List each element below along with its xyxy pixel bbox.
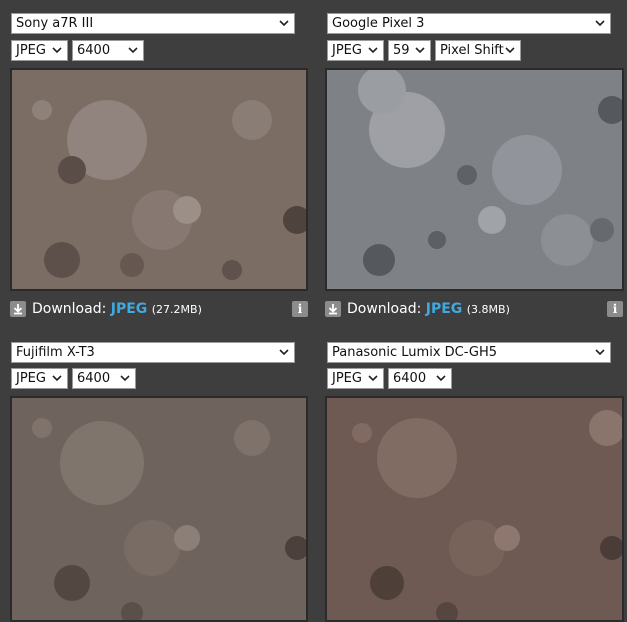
iso-select-value: 6400	[77, 371, 111, 386]
download-format[interactable]: JPEG	[111, 301, 148, 317]
info-icon[interactable]: i	[607, 301, 623, 317]
format-select-value: JPEG	[16, 371, 46, 386]
camera-select[interactable]: Panasonic Lumix DC-GH5	[327, 342, 611, 363]
download-format[interactable]: JPEG	[426, 301, 463, 317]
chevron-down-icon	[436, 375, 446, 382]
sample-image[interactable]	[10, 396, 308, 622]
camera-select-value: Fujifilm X-T3	[16, 345, 95, 360]
chevron-down-icon	[52, 375, 62, 382]
download-label: Download:	[32, 301, 107, 317]
download-row: Download: JPEG (3.8MB) i	[325, 299, 625, 321]
chevron-down-icon	[595, 20, 605, 27]
chevron-down-icon	[128, 47, 138, 54]
camera-select[interactable]: Google Pixel 3	[327, 13, 611, 34]
chevron-down-icon	[52, 47, 62, 54]
camera-select[interactable]: Fujifilm X-T3	[11, 342, 295, 363]
download-icon[interactable]	[10, 301, 26, 317]
download-size: (27.2MB)	[151, 303, 202, 316]
mode-select[interactable]: Pixel Shift	[435, 40, 521, 61]
iso-select-value: 6400	[393, 371, 427, 386]
iso-select[interactable]: 6400	[388, 368, 452, 389]
format-select-value: JPEG	[16, 43, 46, 58]
format-select[interactable]: JPEG	[11, 40, 68, 61]
camera-select[interactable]: Sony a7R III	[11, 13, 295, 34]
download-row: Download: JPEG (27.2MB) i	[10, 299, 310, 321]
info-icon[interactable]: i	[292, 301, 308, 317]
download-link[interactable]: Download: JPEG (27.2MB)	[32, 299, 202, 320]
chevron-down-icon	[505, 47, 515, 54]
format-select[interactable]: JPEG	[327, 368, 384, 389]
chevron-down-icon	[368, 47, 378, 54]
camera-select-value: Google Pixel 3	[332, 16, 425, 31]
iso-select[interactable]: 6400	[72, 40, 144, 61]
iso-select-value: 6400	[77, 43, 111, 58]
mode-select-value: Pixel Shift	[440, 43, 504, 58]
iso-select[interactable]: 6400	[72, 368, 136, 389]
chevron-down-icon	[279, 349, 289, 356]
chevron-down-icon	[279, 20, 289, 27]
camera-select-value: Sony a7R III	[16, 16, 94, 31]
download-size: (3.8MB)	[466, 303, 510, 316]
format-select[interactable]: JPEG	[327, 40, 384, 61]
iso-select[interactable]: 59	[388, 40, 431, 61]
chevron-down-icon	[415, 47, 425, 54]
iso-select-value: 59	[393, 43, 410, 58]
sample-image[interactable]	[325, 396, 624, 622]
chevron-down-icon	[595, 349, 605, 356]
camera-select-value: Panasonic Lumix DC-GH5	[332, 345, 498, 360]
download-link[interactable]: Download: JPEG (3.8MB)	[347, 299, 510, 320]
download-icon[interactable]	[325, 301, 341, 317]
format-select-value: JPEG	[332, 371, 362, 386]
format-select[interactable]: JPEG	[11, 368, 68, 389]
chevron-down-icon	[368, 375, 378, 382]
sample-image[interactable]	[10, 68, 308, 291]
chevron-down-icon	[120, 375, 130, 382]
format-select-value: JPEG	[332, 43, 362, 58]
sample-image[interactable]	[325, 68, 624, 291]
download-label: Download:	[347, 301, 422, 317]
